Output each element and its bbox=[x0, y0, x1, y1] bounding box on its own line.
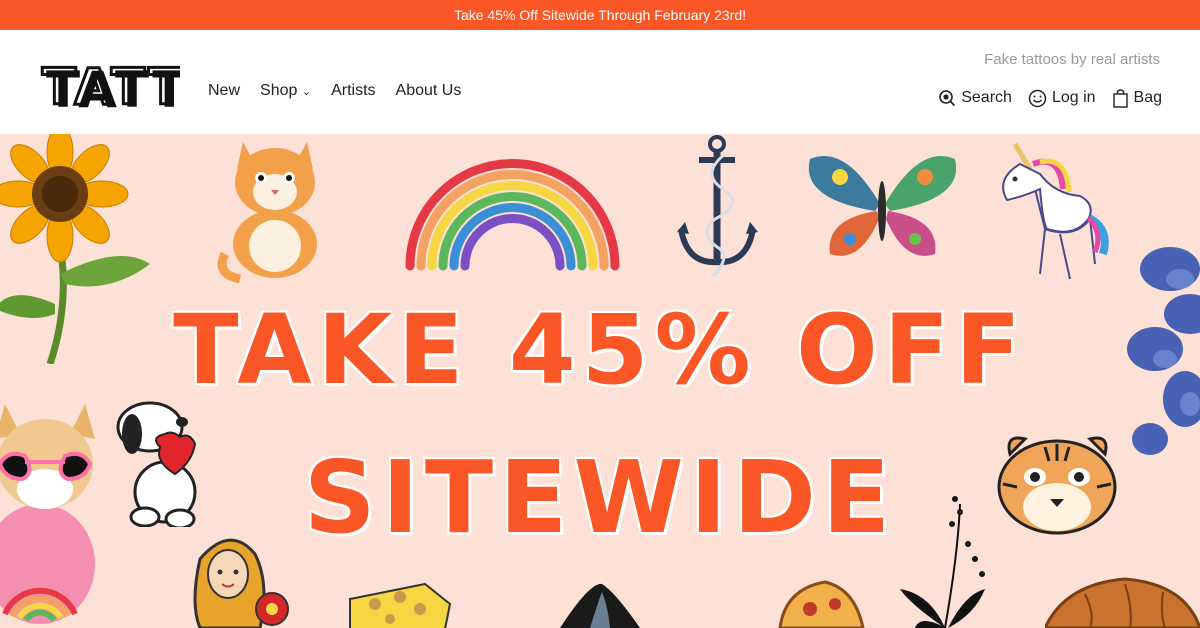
site-header: TATTLY TATTLY New Shop ⌄ Artists About U… bbox=[0, 30, 1200, 134]
nav-about[interactable]: About Us bbox=[396, 82, 462, 100]
search-link[interactable]: Search bbox=[938, 89, 1012, 107]
bag-icon bbox=[1112, 89, 1128, 108]
login-label: Log in bbox=[1051, 89, 1096, 106]
bread-illustration bbox=[1045, 577, 1200, 628]
butterfly-illustration bbox=[808, 156, 957, 256]
svg-text:TATTLY: TATTLY bbox=[46, 61, 180, 114]
nav-new[interactable]: New bbox=[208, 82, 240, 100]
pizza-illustration bbox=[778, 580, 865, 628]
search-label: Search bbox=[961, 89, 1012, 106]
anchor-illustration bbox=[677, 135, 758, 278]
cheese-illustration bbox=[349, 582, 452, 628]
bag-link[interactable]: Bag bbox=[1112, 88, 1162, 108]
hero-headline-line1: TAKE 45% OFF bbox=[173, 294, 1027, 406]
orange-cat-illustration bbox=[217, 142, 317, 284]
utility-nav: Search Log in Bag bbox=[938, 88, 1162, 108]
tattly-logo[interactable]: TATTLY TATTLY bbox=[40, 52, 181, 115]
main-nav: New Shop ⌄ Artists About Us bbox=[208, 82, 461, 100]
chevron-down-icon: ⌄ bbox=[301, 86, 312, 98]
hero-headline-line2: SITEWIDE bbox=[303, 439, 897, 556]
hero-banner[interactable]: TAKE 45% OFF SITEWIDE bbox=[0, 134, 1200, 628]
nav-artists[interactable]: Artists bbox=[331, 82, 375, 100]
nav-shop-label: Shop bbox=[260, 82, 298, 99]
bag-label: Bag bbox=[1133, 89, 1162, 106]
promo-text: Take 45% Off Sitewide Through February 2… bbox=[453, 7, 747, 23]
search-icon bbox=[939, 90, 956, 107]
unicorn-illustration bbox=[1002, 142, 1109, 280]
login-link[interactable]: Log in bbox=[1028, 89, 1096, 108]
promo-banner[interactable]: Take 45% Off Sitewide Through February 2… bbox=[0, 0, 1200, 30]
nav-shop[interactable]: Shop ⌄ bbox=[260, 82, 311, 100]
rainbow-illustration bbox=[405, 159, 620, 271]
tagline: Fake tattoos by real artists bbox=[984, 51, 1160, 68]
smiley-icon bbox=[1028, 89, 1047, 107]
shark-fin-illustration bbox=[560, 583, 640, 628]
